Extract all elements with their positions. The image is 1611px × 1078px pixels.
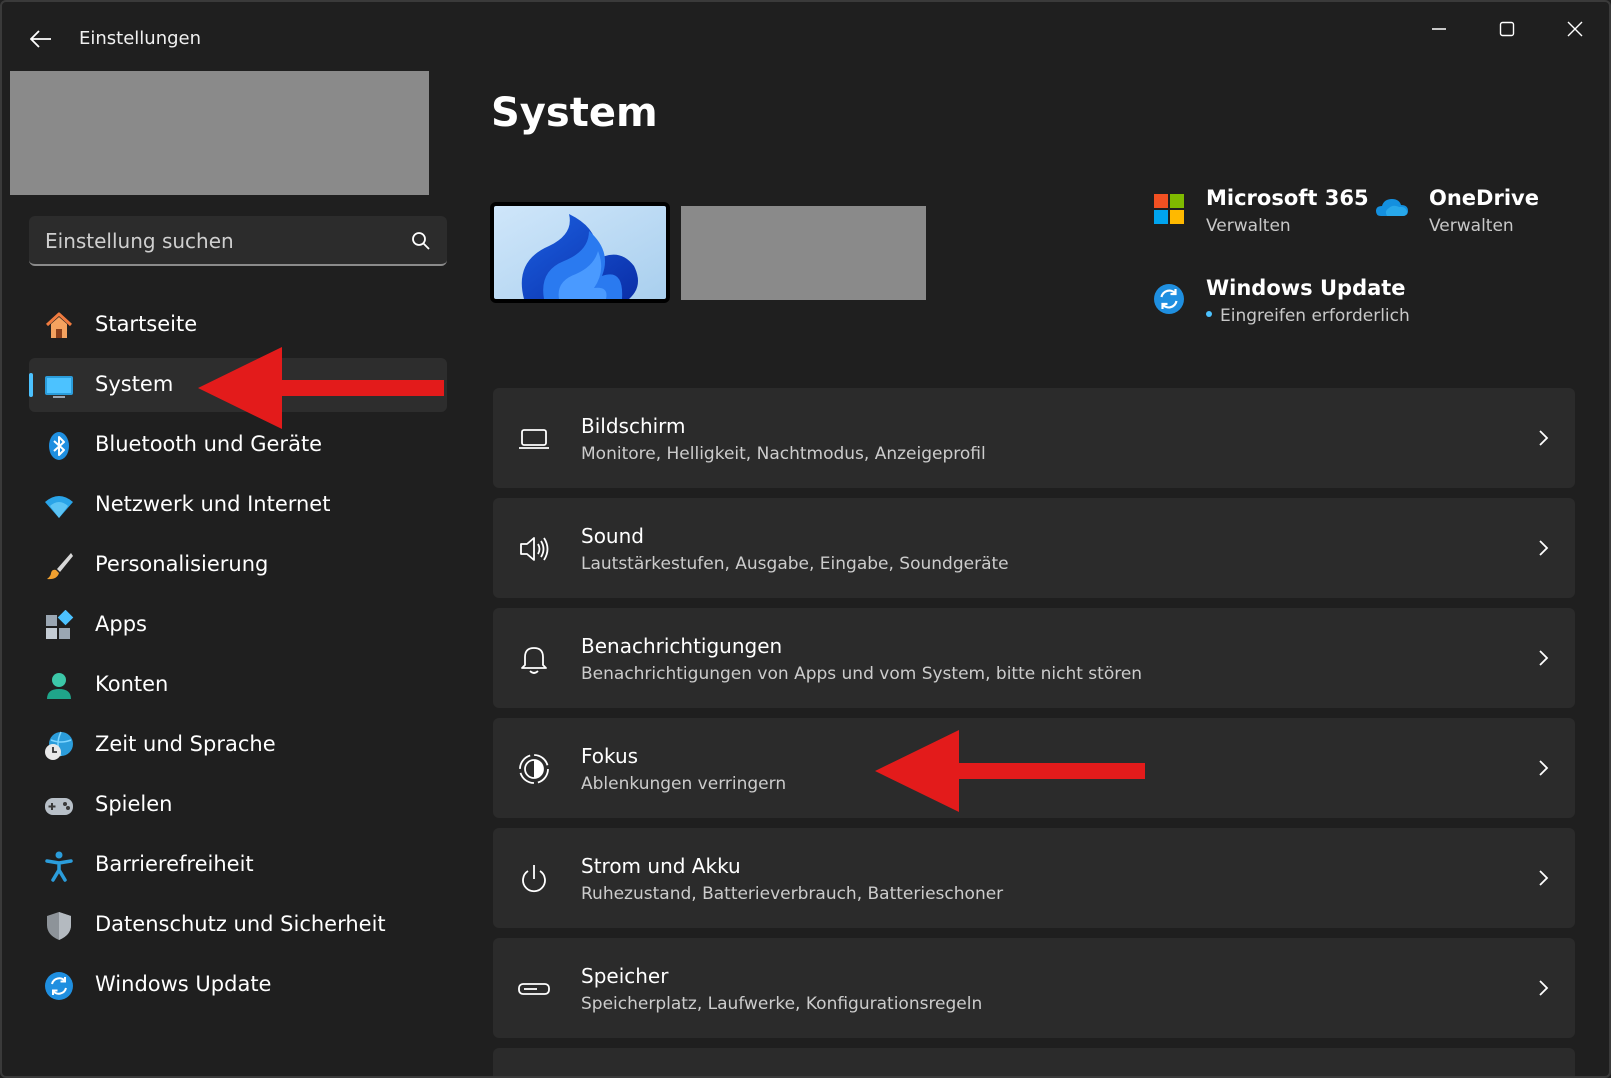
sidebar-item-label: Netzwerk und Internet — [95, 492, 331, 516]
desktop-preview[interactable] — [490, 202, 670, 303]
chevron-right-icon — [1539, 540, 1549, 556]
back-arrow-icon — [30, 30, 51, 48]
card-strom-akku[interactable]: Strom und Akku Ruhezustand, Batterieverb… — [493, 828, 1575, 928]
bell-icon — [521, 647, 547, 674]
chevron-right-icon — [1539, 870, 1549, 886]
settings-card-list: Bildschirm Monitore, Helligkeit, Nachtmo… — [493, 388, 1575, 1076]
onedrive-icon — [1376, 199, 1408, 216]
sidebar-item-label: Windows Update — [95, 972, 272, 996]
sidebar-item-label: Personalisierung — [95, 552, 269, 576]
sidebar-item-bluetooth[interactable]: Bluetooth und Geräte — [29, 418, 447, 472]
back-button[interactable] — [24, 24, 58, 54]
status-dot — [1206, 311, 1212, 317]
sidebar-nav: Startseite System Bluetooth und Geräte N… — [29, 298, 447, 1018]
sidebar-item-label: Zeit und Sprache — [95, 732, 276, 756]
sidebar-item-startseite[interactable]: Startseite — [29, 298, 447, 352]
sidebar-item-konten[interactable]: Konten — [29, 658, 447, 712]
maximize-icon — [1499, 21, 1515, 37]
close-button[interactable] — [1548, 12, 1602, 46]
accessibility-icon — [45, 851, 73, 882]
card-title: Fokus — [581, 744, 639, 768]
globe-clock-icon — [45, 731, 73, 760]
search-box[interactable] — [29, 216, 447, 266]
sidebar-item-label: Datenschutz und Sicherheit — [95, 912, 386, 936]
close-icon — [1567, 21, 1583, 37]
sidebar-item-label: System — [95, 372, 174, 396]
user-profile-card[interactable] — [10, 71, 429, 195]
chevron-right-icon — [1539, 980, 1549, 996]
app-title: Einstellungen — [79, 28, 202, 49]
sidebar-item-barrierefreiheit[interactable]: Barrierefreiheit — [29, 838, 447, 892]
wallpaper-bloom-image — [494, 206, 666, 299]
card-subtitle: Ruhezustand, Batterieverbrauch, Batterie… — [581, 884, 1004, 904]
quick-link-title: OneDrive — [1429, 186, 1539, 210]
card-subtitle: Monitore, Helligkeit, Nachtmodus, Anzeig… — [581, 444, 986, 464]
home-icon — [45, 312, 73, 338]
sidebar-item-spielen[interactable]: Spielen — [29, 778, 447, 832]
card-title: Sound — [581, 524, 644, 548]
apps-icon — [46, 610, 74, 639]
card-subtitle: Speicherplatz, Laufwerke, Konfigurations… — [581, 994, 983, 1014]
sidebar-item-personalisierung[interactable]: Personalisierung — [29, 538, 447, 592]
brush-icon — [47, 553, 73, 580]
quick-link-subtitle[interactable]: Verwalten — [1206, 216, 1291, 236]
card-subtitle: Benachrichtigungen von Apps und vom Syst… — [581, 664, 1143, 684]
card-fokus[interactable]: Fokus Ablenkungen verringern — [493, 718, 1575, 818]
sidebar-item-zeit-sprache[interactable]: Zeit und Sprache — [29, 718, 447, 772]
sidebar-item-network[interactable]: Netzwerk und Internet — [29, 478, 447, 532]
quick-link-title: Windows Update — [1206, 276, 1406, 300]
sidebar-item-label: Barrierefreiheit — [95, 852, 254, 876]
speaker-icon — [520, 537, 549, 561]
sidebar-item-label: Spielen — [95, 792, 173, 816]
sidebar-item-system[interactable]: System — [29, 358, 447, 412]
page-title: System — [491, 90, 658, 136]
device-name-placeholder[interactable] — [681, 206, 926, 300]
sidebar-item-apps[interactable]: Apps — [29, 598, 447, 652]
quick-link-title: Microsoft 365 — [1206, 186, 1369, 210]
sidebar-item-windows-update[interactable]: Windows Update — [29, 958, 447, 1012]
card-bildschirm[interactable]: Bildschirm Monitore, Helligkeit, Nachtmo… — [493, 388, 1575, 488]
search-icon[interactable] — [409, 229, 433, 253]
card-title: Bildschirm — [581, 414, 686, 438]
card-sound[interactable]: Sound Lautstärkestufen, Ausgabe, Eingabe… — [493, 498, 1575, 598]
card-title: Benachrichtigungen — [581, 634, 783, 658]
quick-link-status: Eingreifen erforderlich — [1206, 306, 1410, 326]
storage-icon — [518, 983, 550, 995]
card-speicher[interactable]: Speicher Speicherplatz, Laufwerke, Konfi… — [493, 938, 1575, 1038]
minimize-button[interactable] — [1412, 12, 1466, 46]
status-text: Eingreifen erforderlich — [1220, 306, 1410, 326]
card-subtitle: Ablenkungen verringern — [581, 774, 787, 794]
laptop-icon — [519, 429, 549, 449]
sidebar-item-label: Bluetooth und Geräte — [95, 432, 323, 456]
settings-window: Einstellungen Startseite — [0, 0, 1611, 1078]
card-title: Strom und Akku — [581, 854, 741, 878]
microsoft-logo-icon — [1154, 194, 1184, 224]
chevron-right-icon — [1539, 430, 1549, 446]
update-icon — [45, 972, 73, 1000]
gamepad-icon — [45, 798, 73, 815]
bluetooth-icon — [49, 432, 69, 460]
chevron-right-icon — [1539, 760, 1549, 776]
title-bar: Einstellungen — [2, 2, 1609, 74]
shield-icon — [47, 912, 71, 940]
sidebar-item-label: Apps — [95, 612, 147, 636]
sidebar-item-datenschutz[interactable]: Datenschutz und Sicherheit — [29, 898, 447, 952]
account-icon — [47, 673, 71, 699]
monitor-icon — [45, 376, 73, 398]
update-icon — [1154, 284, 1184, 314]
power-icon — [522, 865, 546, 893]
chevron-right-icon — [1539, 650, 1549, 666]
maximize-button[interactable] — [1480, 12, 1534, 46]
card-title: Speicher — [581, 964, 669, 988]
card-subtitle: Lautstärkestufen, Ausgabe, Eingabe, Soun… — [581, 554, 1009, 574]
card-next-partial[interactable] — [493, 1048, 1575, 1076]
quick-link-subtitle[interactable]: Verwalten — [1429, 216, 1514, 236]
sidebar-item-label: Startseite — [95, 312, 198, 336]
sidebar-item-label: Konten — [95, 672, 169, 696]
card-benachrichtigungen[interactable]: Benachrichtigungen Benachrichtigungen vo… — [493, 608, 1575, 708]
minimize-icon — [1432, 28, 1446, 30]
focus-icon — [519, 754, 549, 784]
wifi-icon — [45, 496, 73, 518]
search-input[interactable] — [45, 228, 385, 254]
